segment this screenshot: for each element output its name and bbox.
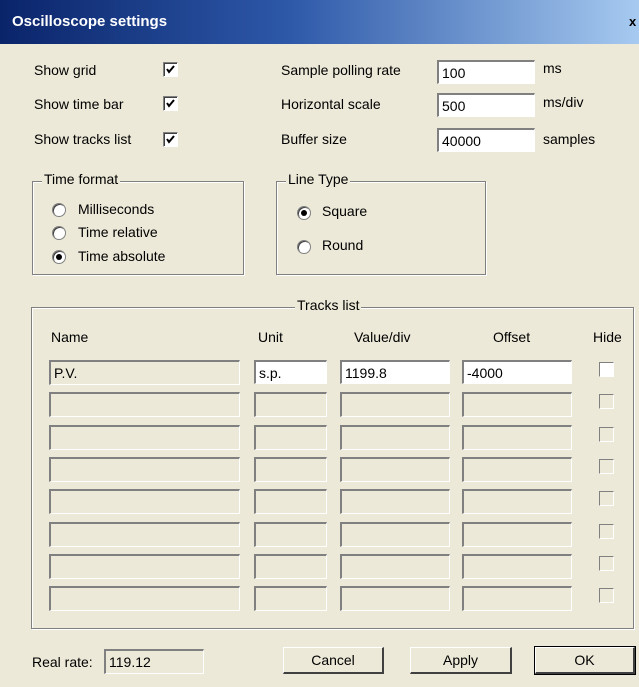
radio-selected-dot: [56, 254, 62, 260]
hide-column-header: Hide: [593, 329, 622, 345]
track-hide-checkbox: [599, 555, 614, 571]
round-radio[interactable]: [297, 240, 311, 254]
checkmark-icon: [166, 135, 175, 144]
track-unit-field: [254, 392, 327, 418]
track-offset-field: [462, 521, 572, 547]
track-offset-field: [462, 392, 572, 418]
track-value-div-field: [340, 489, 450, 515]
track-name-field: [49, 489, 240, 515]
show-time-bar-checkbox[interactable]: [163, 96, 178, 111]
cancel-button[interactable]: Cancel: [283, 647, 384, 674]
time-relative-radio[interactable]: [52, 226, 66, 240]
time-absolute-label: Time absolute: [78, 248, 166, 264]
radio-selected-dot: [301, 210, 307, 216]
time-absolute-radio[interactable]: [52, 250, 66, 264]
horizontal-scale-input[interactable]: 500: [437, 93, 535, 117]
track-value-div-field: [340, 586, 450, 612]
track-unit-field[interactable]: s.p.: [254, 360, 327, 384]
real-rate-value: 119.12: [104, 649, 204, 674]
close-icon[interactable]: x: [629, 14, 639, 30]
track-offset-field[interactable]: -4000: [462, 360, 572, 384]
track-unit-field: [254, 424, 327, 450]
track-name-field: [49, 392, 240, 418]
round-label: Round: [322, 237, 364, 253]
show-tracks-list-checkbox[interactable]: [163, 132, 178, 147]
track-offset-field: [462, 456, 572, 482]
track-value-div-field: [340, 521, 450, 547]
horizontal-scale-unit: ms/div: [543, 94, 584, 110]
value-div-column-header: Value/div: [354, 329, 411, 345]
checkmark-icon: [166, 99, 175, 108]
track-unit-field: [254, 586, 327, 612]
unit-column-header: Unit: [258, 329, 283, 345]
sample-polling-rate-label: Sample polling rate: [281, 62, 401, 78]
track-unit-field: [254, 456, 327, 482]
show-time-bar-label: Show time bar: [34, 96, 124, 112]
track-name-field: P.V.: [49, 360, 240, 385]
track-offset-field: [462, 424, 572, 450]
track-offset-field: [462, 586, 572, 612]
show-grid-label: Show grid: [34, 62, 97, 78]
track-value-div-field: [340, 424, 450, 450]
track-name-field: [49, 553, 240, 579]
ok-button[interactable]: OK: [534, 646, 636, 675]
line-type-group: [276, 181, 486, 275]
line-type-title: Line Type: [286, 171, 351, 187]
sample-polling-rate-unit: ms: [543, 60, 562, 76]
real-rate-label: Real rate:: [32, 654, 93, 670]
apply-button[interactable]: Apply: [410, 647, 512, 674]
track-hide-checkbox: [599, 426, 614, 442]
buffer-size-unit: samples: [543, 131, 596, 147]
time-relative-label: Time relative: [78, 224, 158, 240]
track-hide-checkbox[interactable]: [599, 362, 614, 377]
track-value-div-field: [340, 392, 450, 418]
track-value-div-field: [340, 456, 450, 482]
milliseconds-radio[interactable]: [52, 203, 66, 217]
track-hide-checkbox: [599, 458, 614, 474]
time-format-title: Time format: [42, 171, 121, 187]
track-offset-field: [462, 489, 572, 515]
sample-polling-rate-input[interactable]: 100: [437, 60, 535, 84]
title-bar: Oscilloscope settings x: [0, 0, 639, 44]
milliseconds-label: Milliseconds: [78, 201, 155, 217]
track-name-field: [49, 521, 240, 547]
track-offset-field: [462, 553, 572, 579]
square-label: Square: [322, 203, 368, 219]
track-name-field: [49, 424, 240, 450]
window-title: Oscilloscope settings: [12, 13, 168, 30]
track-value-div-field[interactable]: 1199.8: [340, 360, 450, 384]
track-unit-field: [254, 521, 327, 547]
track-unit-field: [254, 489, 327, 515]
tracks-list-title: Tracks list: [295, 297, 362, 313]
checkmark-icon: [166, 65, 175, 74]
buffer-size-input[interactable]: 40000: [437, 128, 535, 152]
track-hide-checkbox: [599, 588, 614, 604]
track-name-field: [49, 586, 240, 612]
horizontal-scale-label: Horizontal scale: [281, 96, 381, 112]
name-column-header: Name: [51, 329, 89, 345]
show-tracks-list-label: Show tracks list: [34, 131, 132, 147]
offset-column-header: Offset: [493, 329, 531, 345]
track-hide-checkbox: [599, 523, 614, 539]
show-grid-checkbox[interactable]: [163, 62, 178, 77]
track-unit-field: [254, 553, 327, 579]
track-name-field: [49, 456, 240, 482]
track-hide-checkbox: [599, 394, 614, 410]
track-value-div-field: [340, 553, 450, 579]
square-radio[interactable]: [297, 206, 311, 220]
track-hide-checkbox: [599, 491, 614, 507]
buffer-size-label: Buffer size: [281, 131, 347, 147]
